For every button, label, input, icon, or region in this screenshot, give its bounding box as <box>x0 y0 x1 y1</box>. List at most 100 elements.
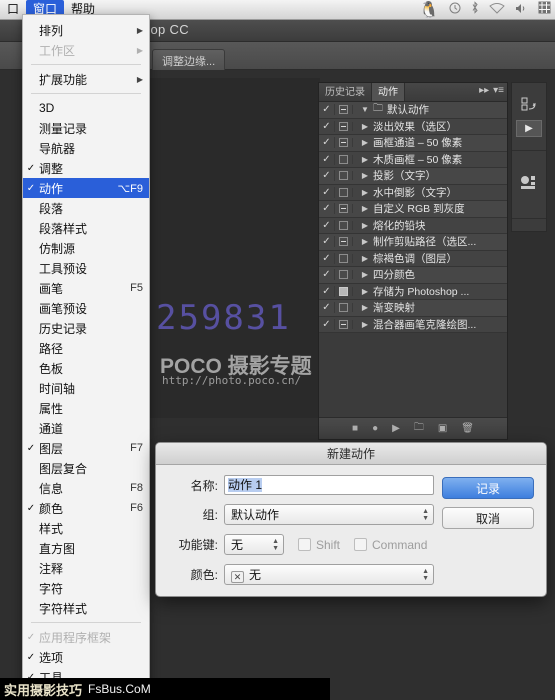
disclosure-triangle-icon[interactable]: ▶ <box>353 237 373 246</box>
delete-icon[interactable]: 🗑 <box>461 423 474 434</box>
action-dialog-toggle[interactable] <box>335 122 353 131</box>
action-row[interactable]: ✓▶投影（文字） <box>319 168 507 185</box>
menu-item[interactable]: 测量记录 <box>23 118 149 138</box>
action-dialog-toggle[interactable] <box>335 287 353 296</box>
menu-item[interactable]: 样式 <box>23 518 149 538</box>
menu-item[interactable]: 图层复合 <box>23 458 149 478</box>
disclosure-triangle-icon[interactable]: ▶ <box>353 155 373 164</box>
action-toggle-checkmark-icon[interactable]: ✓ <box>319 286 335 297</box>
action-toggle-checkmark-icon[interactable]: ✓ <box>319 236 335 247</box>
menu-item[interactable]: 直方图 <box>23 538 149 558</box>
action-row[interactable]: ✓▶棕褐色调（图层） <box>319 251 507 268</box>
action-row[interactable]: ✓▶制作剪贴路径（选区... <box>319 234 507 251</box>
action-row[interactable]: ✓▶淡出效果（选区） <box>319 119 507 136</box>
new-action-icon[interactable]: ▣ <box>438 423 447 434</box>
fkey-select[interactable]: 无▲▼ <box>224 534 284 555</box>
menu-item[interactable]: ✓调整 <box>23 158 149 178</box>
action-dialog-toggle[interactable] <box>335 155 353 164</box>
action-toggle-checkmark-icon[interactable]: ✓ <box>319 187 335 198</box>
disclosure-triangle-icon[interactable]: ▼ <box>353 105 373 114</box>
action-toggle-checkmark-icon[interactable]: ✓ <box>319 253 335 264</box>
disclosure-triangle-icon[interactable]: ▶ <box>353 254 373 263</box>
menu-item[interactable]: 导航器 <box>23 138 149 158</box>
time-machine-icon[interactable] <box>449 1 461 19</box>
volume-icon[interactable] <box>515 1 528 19</box>
penguin-icon[interactable]: 🐧 <box>419 0 439 20</box>
action-row[interactable]: ✓▼🗀默认动作 <box>319 102 507 119</box>
play-icon[interactable]: ▶ <box>516 120 542 137</box>
menu-item[interactable]: 画笔F5 <box>23 278 149 298</box>
record-icon[interactable]: ● <box>372 423 378 434</box>
action-row[interactable]: ✓▶木质画框 – 50 像素 <box>319 152 507 169</box>
action-dialog-toggle[interactable] <box>335 237 353 246</box>
menu-item[interactable]: ✓选项 <box>23 647 149 667</box>
action-dialog-toggle[interactable] <box>335 270 353 279</box>
menu-item[interactable]: 字符样式 <box>23 598 149 618</box>
color-select[interactable]: ✕无▲▼ <box>224 564 434 585</box>
action-dialog-toggle[interactable] <box>335 171 353 180</box>
menu-item[interactable]: 段落 <box>23 198 149 218</box>
tab-history[interactable]: 历史记录 <box>319 83 372 101</box>
action-row[interactable]: ✓▶熔化的铅块 <box>319 218 507 235</box>
menu-item[interactable]: 排列▶ <box>23 20 149 40</box>
action-row[interactable]: ✓▶存储为 Photoshop ... <box>319 284 507 301</box>
action-toggle-checkmark-icon[interactable]: ✓ <box>319 220 335 231</box>
action-toggle-checkmark-icon[interactable]: ✓ <box>319 104 335 115</box>
menu-item[interactable]: 时间轴 <box>23 378 149 398</box>
menu-item[interactable]: 历史记录 <box>23 318 149 338</box>
disclosure-triangle-icon[interactable]: ▶ <box>353 204 373 213</box>
action-dialog-toggle[interactable] <box>335 204 353 213</box>
disclosure-triangle-icon[interactable]: ▶ <box>353 303 373 312</box>
disclosure-triangle-icon[interactable]: ▶ <box>353 287 373 296</box>
disclosure-triangle-icon[interactable]: ▶ <box>353 138 373 147</box>
play-icon[interactable]: ▶ <box>392 423 400 434</box>
new-set-icon[interactable]: 🗀 <box>414 420 424 437</box>
action-dialog-toggle[interactable] <box>335 138 353 147</box>
record-button[interactable]: 记录 <box>442 477 534 499</box>
menu-item[interactable]: 路径 <box>23 338 149 358</box>
action-row[interactable]: ✓▶混合器画笔克隆绘图... <box>319 317 507 334</box>
action-row[interactable]: ✓▶自定义 RGB 到灰度 <box>319 201 507 218</box>
menu-item[interactable]: 信息F8 <box>23 478 149 498</box>
disclosure-triangle-icon[interactable]: ▶ <box>353 122 373 131</box>
action-row[interactable]: ✓▶画框通道 – 50 像素 <box>319 135 507 152</box>
command-checkbox[interactable]: Command <box>354 538 427 552</box>
input-method-icon[interactable] <box>538 1 551 19</box>
collapse-icon[interactable]: ▸▸ <box>479 85 489 96</box>
cancel-button[interactable]: 取消 <box>442 507 534 529</box>
action-dialog-toggle[interactable] <box>335 320 353 329</box>
menu-item[interactable]: 仿制源 <box>23 238 149 258</box>
action-dialog-toggle[interactable] <box>335 254 353 263</box>
action-row[interactable]: ✓▶水中倒影（文字） <box>319 185 507 202</box>
menu-item[interactable]: 字符 <box>23 578 149 598</box>
menu-item[interactable]: 段落样式 <box>23 218 149 238</box>
disclosure-triangle-icon[interactable]: ▶ <box>353 270 373 279</box>
disclosure-triangle-icon[interactable]: ▶ <box>353 221 373 230</box>
menu-item[interactable]: 通道 <box>23 418 149 438</box>
menu-item[interactable]: ✓动作⌥F9 <box>23 178 149 198</box>
disclosure-triangle-icon[interactable]: ▶ <box>353 188 373 197</box>
action-row[interactable]: ✓▶渐变映射 <box>319 300 507 317</box>
menu-item[interactable]: ✓图层F7 <box>23 438 149 458</box>
action-dialog-toggle[interactable] <box>335 105 353 114</box>
action-toggle-checkmark-icon[interactable]: ✓ <box>319 319 335 330</box>
tab-actions[interactable]: 动作 <box>372 83 405 101</box>
menu-item[interactable]: 工具预设 <box>23 258 149 278</box>
menu-item[interactable]: 画笔预设 <box>23 298 149 318</box>
action-toggle-checkmark-icon[interactable]: ✓ <box>319 269 335 280</box>
set-select[interactable]: 默认动作▲▼ <box>224 504 434 525</box>
dock-cell-3d[interactable] <box>512 151 546 219</box>
dock-cell-history[interactable]: ▶ <box>512 83 546 151</box>
bluetooth-icon[interactable] <box>471 1 479 19</box>
action-toggle-checkmark-icon[interactable]: ✓ <box>319 302 335 313</box>
disclosure-triangle-icon[interactable]: ▶ <box>353 320 373 329</box>
action-dialog-toggle[interactable] <box>335 303 353 312</box>
action-toggle-checkmark-icon[interactable]: ✓ <box>319 154 335 165</box>
menu-item[interactable]: 色板 <box>23 358 149 378</box>
action-toggle-checkmark-icon[interactable]: ✓ <box>319 170 335 181</box>
menu-item[interactable]: 属性 <box>23 398 149 418</box>
wifi-icon[interactable] <box>489 1 505 19</box>
action-dialog-toggle[interactable] <box>335 221 353 230</box>
action-toggle-checkmark-icon[interactable]: ✓ <box>319 137 335 148</box>
action-row[interactable]: ✓▶四分颜色 <box>319 267 507 284</box>
